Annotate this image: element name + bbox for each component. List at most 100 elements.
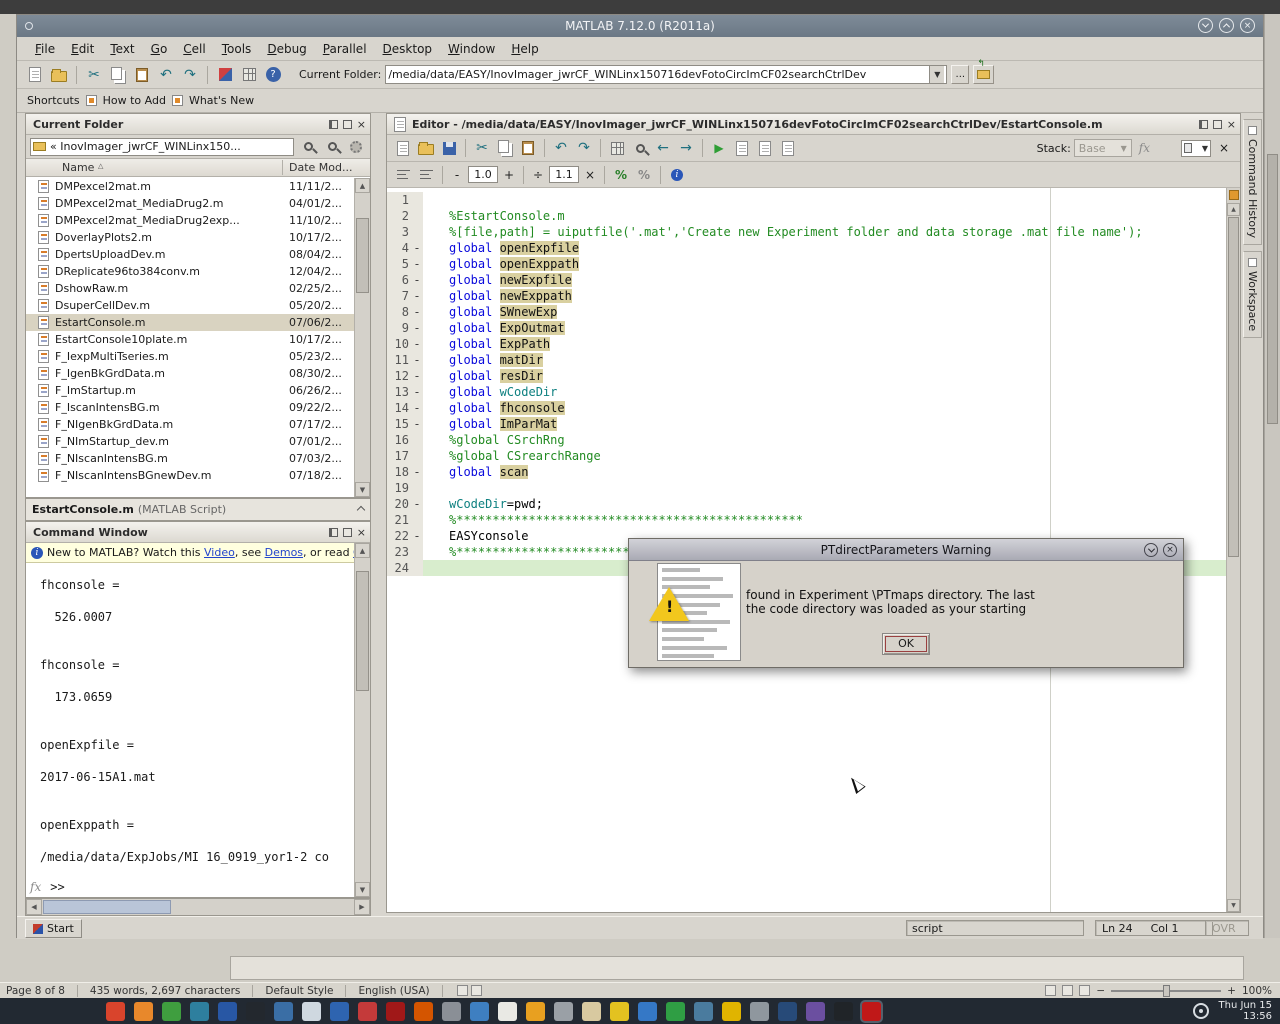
tab-workspace[interactable]: Workspace (1243, 251, 1262, 338)
code-line[interactable]: 16%global CSrchRng (387, 432, 1226, 448)
zoom-level[interactable]: 100% (1242, 985, 1272, 997)
command-window-scrollbar[interactable]: ▲ ▼ (354, 543, 370, 897)
selection-mode-icon[interactable] (457, 985, 468, 996)
scroll-up-icon[interactable]: ▲ (355, 178, 370, 193)
taskbar-app-icon[interactable] (610, 1002, 629, 1021)
taskbar-app-icon[interactable] (302, 1002, 321, 1021)
code-line[interactable]: 21%*************************************… (387, 512, 1226, 528)
close-panel-icon[interactable]: × (357, 528, 366, 537)
file-row[interactable]: F_NIscanIntensBG.m07/03/2... (26, 450, 354, 467)
go-back-icon[interactable]: ← (653, 138, 673, 158)
title-bar[interactable]: MATLAB 7.12.0 (R2011a) × (17, 15, 1263, 37)
undo-icon[interactable]: ↶ (551, 138, 571, 158)
find-files-icon[interactable] (322, 137, 342, 157)
tray-logo-icon[interactable] (1193, 1003, 1209, 1019)
divide-value-button[interactable]: ÷ (530, 166, 546, 183)
taskbar-app-icon[interactable] (498, 1002, 517, 1021)
split-view-selector[interactable]: ▼ (1181, 140, 1211, 157)
actions-gear-icon[interactable] (346, 137, 366, 157)
single-page-view-icon[interactable] (1045, 985, 1056, 996)
code-line[interactable]: 12-global resDir (387, 368, 1226, 384)
name-column-header[interactable]: Name (62, 161, 94, 174)
scroll-up-icon[interactable]: ▲ (1227, 203, 1240, 216)
file-row[interactable]: DMPexcel2mat_MediaDrug2exp...11/10/2... (26, 212, 354, 229)
start-button[interactable]: Start (25, 919, 82, 938)
undock-icon[interactable] (1213, 120, 1222, 129)
dialog-list-item[interactable] (658, 575, 740, 584)
command-output[interactable]: fhconsole = 526.0007 fhconsole = 173.065… (26, 563, 354, 897)
dialog-title-bar[interactable]: PTdirectParameters Warning × (629, 539, 1183, 561)
dock-icon[interactable] (329, 528, 338, 537)
command-prompt[interactable]: fx >> (26, 880, 65, 894)
taskbar-app-icon[interactable] (106, 1002, 125, 1021)
dialog-close-button[interactable]: × (1163, 543, 1177, 557)
taskbar-app-icon[interactable] (694, 1002, 713, 1021)
page-style-status[interactable]: Default Style (259, 985, 339, 997)
minimize-button[interactable] (1198, 18, 1213, 33)
zoom-slider-thumb[interactable] (1163, 985, 1170, 997)
uncomment-icon[interactable]: % (634, 165, 654, 185)
file-list-scrollbar[interactable]: ▲ ▼ (354, 178, 370, 497)
copy-icon[interactable] (108, 65, 128, 85)
taskbar-app-icon[interactable] (638, 1002, 657, 1021)
breakpoints-icon[interactable] (778, 138, 798, 158)
dialog-list-item[interactable] (658, 643, 740, 652)
paste-icon[interactable] (518, 138, 538, 158)
file-row[interactable]: DsuperCellDev.m05/20/2... (26, 297, 354, 314)
file-row[interactable]: DshowRaw.m02/25/2... (26, 280, 354, 297)
paste-icon[interactable] (132, 65, 152, 85)
taskbar-app-icon[interactable] (386, 1002, 405, 1021)
file-list-header[interactable]: Name △ Date Mod... (26, 159, 370, 177)
file-row[interactable]: F_ImStartup.m06/26/2... (26, 382, 354, 399)
go-forward-icon[interactable]: → (676, 138, 696, 158)
taskbar-app-icon[interactable] (526, 1002, 545, 1021)
find-icon[interactable] (630, 138, 650, 158)
code-line[interactable]: 20-wCodeDir=pwd; (387, 496, 1226, 512)
taskbar-app-icon[interactable] (470, 1002, 489, 1021)
menu-debug[interactable]: Debug (259, 39, 314, 59)
language-status[interactable]: English (USA) (352, 985, 435, 997)
comment-icon[interactable]: % (611, 165, 631, 185)
banner-link[interactable]: Demos (265, 546, 303, 559)
clock[interactable]: Thu Jun 15 13:56 (1219, 1000, 1273, 1022)
code-line[interactable]: 11-global matDir (387, 352, 1226, 368)
code-line[interactable]: 15-global ImParMat (387, 416, 1226, 432)
dialog-list-item[interactable] (658, 566, 740, 575)
taskbar-app-icon[interactable] (778, 1002, 797, 1021)
file-row[interactable]: DpertsUploadDev.m08/04/2... (26, 246, 354, 263)
new-file-icon[interactable] (25, 65, 45, 85)
details-info-icon[interactable]: i (667, 165, 687, 185)
scrollbar-thumb[interactable] (1267, 154, 1278, 424)
cut-icon[interactable]: ✂ (472, 138, 492, 158)
date-column-header[interactable]: Date Mod... (289, 161, 352, 174)
scroll-up-icon[interactable]: ▲ (355, 543, 370, 558)
taskbar-app-icon[interactable] (246, 1002, 265, 1021)
dialog-minimize-button[interactable] (1144, 543, 1158, 557)
code-line[interactable]: 14-global fhconsole (387, 400, 1226, 416)
code-line[interactable]: 8-global SWnewExp (387, 304, 1226, 320)
publish-icon[interactable] (755, 138, 775, 158)
scroll-down-icon[interactable]: ▼ (355, 882, 370, 897)
code-line[interactable]: 7-global newExppath (387, 288, 1226, 304)
scrollbar-thumb[interactable] (356, 571, 369, 691)
dialog-list-item[interactable] (658, 626, 740, 635)
background-window-scrollbar[interactable] (1264, 14, 1280, 982)
multiply-value-button[interactable]: × (582, 166, 598, 183)
whats-new-link[interactable]: What's New (189, 94, 254, 107)
taskbar-app-icon[interactable] (750, 1002, 769, 1021)
taskbar-app-icon[interactable] (834, 1002, 853, 1021)
taskbar-app-icon[interactable] (162, 1002, 181, 1021)
page-status[interactable]: Page 8 of 8 (0, 985, 71, 997)
taskbar-app-icon[interactable] (666, 1002, 685, 1021)
guide-icon[interactable] (239, 65, 259, 85)
taskbar-app-icon[interactable] (358, 1002, 377, 1021)
tab-command-history[interactable]: Command History (1243, 119, 1262, 245)
ok-button[interactable]: OK (882, 633, 930, 655)
stack-combo[interactable]: Base ▼ (1074, 139, 1132, 157)
undock-icon[interactable] (343, 120, 352, 129)
code-line[interactable]: 5-global openExppath (387, 256, 1226, 272)
taskbar-app-icon[interactable] (862, 1002, 881, 1021)
insert-cell-icon[interactable] (393, 165, 413, 185)
file-detail-bar[interactable]: EstartConsole.m (MATLAB Script) (25, 498, 371, 521)
close-panel-icon[interactable]: × (1227, 120, 1236, 129)
